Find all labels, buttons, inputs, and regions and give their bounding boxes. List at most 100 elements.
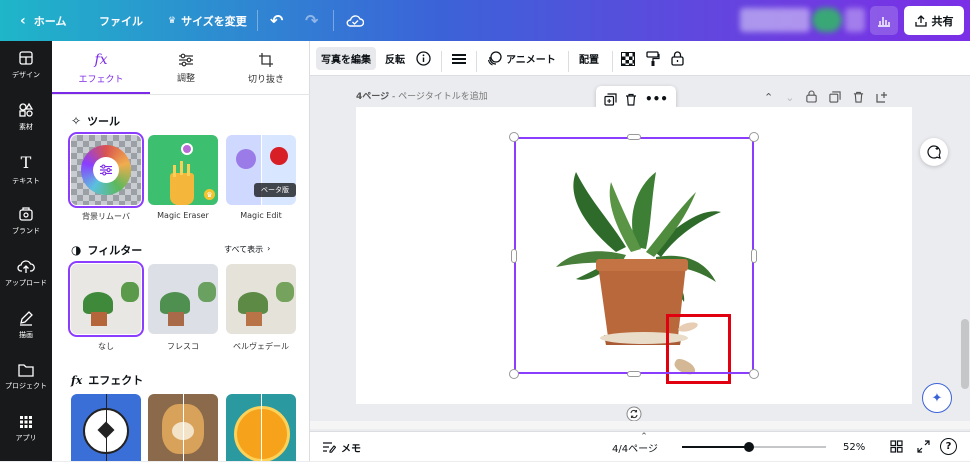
- chevron-down-icon[interactable]: ⌄: [785, 91, 794, 104]
- plant-pot-art: [246, 312, 262, 326]
- tab-label: 切り抜き: [247, 74, 284, 85]
- share-icon: [914, 14, 927, 27]
- magic-assistant-button[interactable]: ✦: [922, 383, 952, 413]
- border-style-icon[interactable]: [451, 41, 467, 76]
- crown-icon: ♛: [204, 189, 215, 200]
- animate-icon: [487, 51, 502, 66]
- effect-thumb-3[interactable]: [226, 394, 296, 461]
- delete-page-icon[interactable]: [853, 88, 864, 107]
- resize-handle[interactable]: [627, 134, 641, 140]
- filter-thumb-fresco[interactable]: [148, 264, 218, 334]
- page-title-input[interactable]: ページタイトルを追加: [398, 92, 488, 102]
- tool-thumb-bg-remover[interactable]: [68, 132, 144, 208]
- tool-thumb-magic-eraser[interactable]: ♛: [148, 135, 218, 205]
- undo-icon[interactable]: ↶: [270, 0, 283, 41]
- divider: [333, 10, 334, 31]
- duplicate-page-icon[interactable]: [829, 88, 842, 107]
- resize-handle[interactable]: [749, 369, 759, 379]
- blurred-avatar: [845, 8, 865, 32]
- divider: [476, 51, 477, 72]
- tool-label: Magic Eraser: [157, 211, 209, 220]
- rail-label: ブランド: [12, 227, 40, 235]
- filter-thumb-belvedere[interactable]: [226, 264, 296, 334]
- tab-crop[interactable]: 切り抜き: [217, 41, 315, 95]
- design-page[interactable]: [356, 107, 912, 404]
- text-icon: T: [20, 152, 32, 172]
- rail-item-apps[interactable]: アプリ: [0, 406, 52, 452]
- resize-button[interactable]: ♛ サイズを変更: [168, 0, 247, 41]
- cloud-saved-icon[interactable]: [346, 0, 364, 41]
- share-button[interactable]: 共有: [904, 6, 964, 35]
- comment-button[interactable]: [920, 138, 948, 166]
- fullscreen-icon[interactable]: [917, 440, 930, 456]
- blurred-avatar: [812, 8, 842, 32]
- lock-icon[interactable]: [671, 41, 684, 76]
- chevron-up-icon[interactable]: ⌃: [764, 91, 773, 104]
- effect-thumb-2[interactable]: [148, 394, 218, 461]
- see-all-link[interactable]: すべて表示 ›: [224, 244, 270, 255]
- rail-item-brand[interactable]: ブランド: [0, 198, 52, 244]
- notes-button[interactable]: メモ: [322, 432, 361, 462]
- zoom-slider-knob[interactable]: [744, 442, 754, 452]
- rail-item-elements[interactable]: 素材: [0, 94, 52, 140]
- info-icon[interactable]: [416, 41, 431, 76]
- plant-leaves-art: [160, 292, 190, 314]
- page-header: 4ページ - ページタイトルを追加: [356, 89, 488, 102]
- flower-art: [236, 149, 256, 169]
- resize-handle[interactable]: [509, 369, 519, 379]
- add-page-icon[interactable]: [876, 88, 888, 107]
- animate-label: アニメート: [506, 55, 556, 66]
- flower-art: [270, 147, 288, 165]
- rail-item-design[interactable]: デザイン: [0, 42, 52, 88]
- horizontal-scrollbar[interactable]: [310, 421, 970, 429]
- file-menu[interactable]: ファイル: [99, 0, 143, 41]
- edit-photo-button[interactable]: 写真を編集: [316, 47, 376, 70]
- resize-handle[interactable]: [509, 132, 519, 142]
- redo-icon[interactable]: ↷: [305, 0, 318, 41]
- tool-label: Magic Edit: [240, 211, 282, 220]
- tab-label: エフェクト: [78, 74, 124, 85]
- rail-item-projects[interactable]: プロジェクト: [0, 354, 52, 400]
- resize-handle[interactable]: [627, 371, 641, 377]
- resize-handle[interactable]: [751, 249, 757, 263]
- page-count[interactable]: 4/4ページ: [612, 432, 658, 462]
- help-button[interactable]: ?: [940, 438, 957, 455]
- grid-view-icon[interactable]: [890, 440, 903, 456]
- transparency-icon[interactable]: [621, 41, 635, 76]
- home-button[interactable]: ‹ ホーム: [20, 0, 66, 41]
- rail-label: プロジェクト: [5, 382, 47, 390]
- rail-item-text[interactable]: T テキスト: [0, 146, 52, 192]
- zoom-level[interactable]: 52%: [843, 432, 865, 462]
- orange-art: [234, 406, 290, 461]
- tab-effects[interactable]: fx エフェクト: [52, 41, 150, 95]
- tool-thumb-magic-edit[interactable]: ベータ版: [226, 135, 296, 205]
- notes-icon: [323, 442, 336, 453]
- rail-label: 素材: [19, 123, 33, 131]
- page-count-label: 4/4ページ: [612, 443, 658, 455]
- filter-thumb-none[interactable]: [68, 261, 144, 337]
- split-line: [183, 394, 184, 461]
- rail-item-draw[interactable]: 描画: [0, 302, 52, 348]
- effect-thumb-1[interactable]: [71, 394, 141, 461]
- fx-icon: fx: [71, 373, 83, 387]
- effects-section-title: fx エフェクト: [71, 372, 143, 388]
- side-rail: デザイン 素材 T テキスト ブランド アップロード 描画 プロジェクト アプリ: [0, 41, 52, 461]
- position-button[interactable]: 配置: [579, 41, 599, 76]
- apps-icon: [20, 416, 32, 428]
- rail-item-uploads[interactable]: アップロード: [0, 250, 52, 296]
- zoom-label: 52%: [843, 441, 866, 453]
- flip-button[interactable]: 反転: [385, 41, 405, 76]
- duplicate-icon[interactable]: [604, 92, 617, 106]
- resize-handle[interactable]: [749, 132, 759, 142]
- paint-roller-icon[interactable]: [646, 41, 660, 76]
- filter-label: なし: [98, 342, 114, 351]
- canvas-scrollbar[interactable]: [961, 319, 969, 389]
- more-icon[interactable]: •••: [645, 92, 668, 106]
- filters-section-title: ◑ フィルター: [71, 242, 142, 258]
- resize-handle[interactable]: [511, 249, 517, 263]
- lock-icon[interactable]: [806, 88, 818, 107]
- trash-icon[interactable]: [625, 93, 637, 106]
- insights-button[interactable]: [870, 6, 898, 35]
- plant-leaves-art: [238, 292, 268, 314]
- animate-button[interactable]: アニメート: [487, 41, 556, 76]
